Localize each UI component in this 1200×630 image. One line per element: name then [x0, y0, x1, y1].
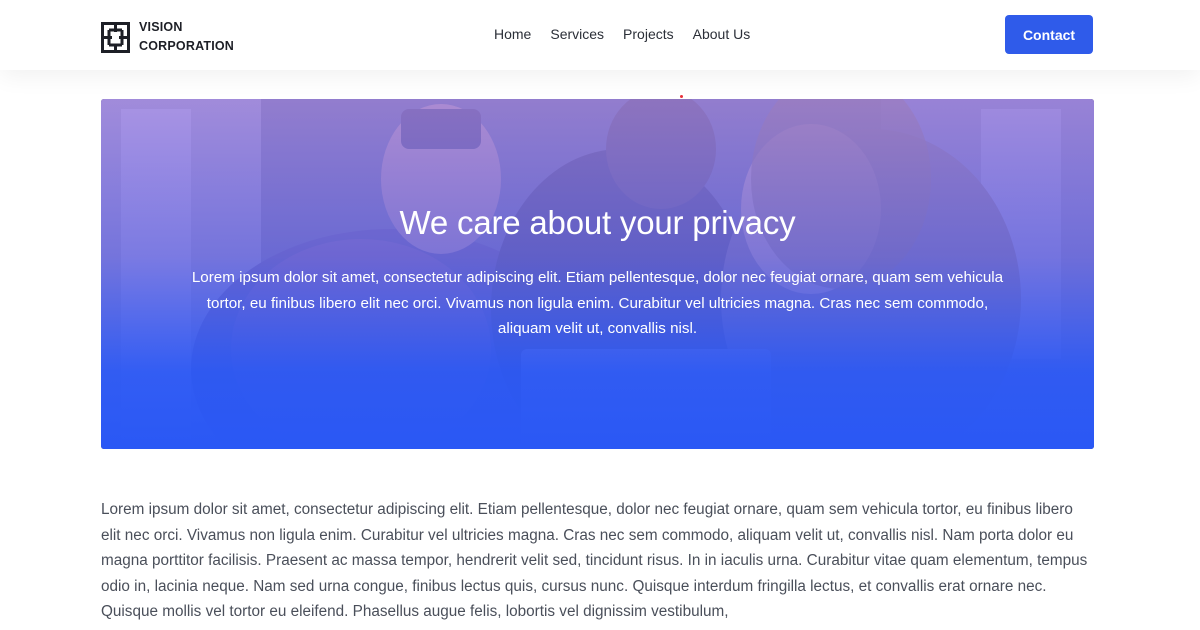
contact-button[interactable]: Contact: [1005, 15, 1093, 54]
nav-link-services[interactable]: Services: [550, 26, 604, 43]
brand-line-1: VISION: [139, 20, 183, 34]
main-nav: Home Services Projects About Us: [494, 26, 750, 43]
nav-link-projects[interactable]: Projects: [623, 26, 674, 43]
brand-logo[interactable]: VISION CORPORATION: [101, 18, 234, 56]
hero-title: We care about your privacy: [399, 204, 796, 241]
site-header: VISION CORPORATION Home Services Project…: [0, 0, 1200, 70]
nav-link-about-us[interactable]: About Us: [693, 26, 751, 43]
brand-line-2: CORPORATION: [139, 39, 235, 53]
brand-name: VISION CORPORATION: [139, 18, 234, 56]
maze-square-logo-icon: [101, 21, 130, 53]
decorative-dot: [680, 95, 683, 98]
nav-link-home[interactable]: Home: [494, 26, 531, 43]
hero-banner: We care about your privacy Lorem ipsum d…: [101, 99, 1094, 449]
hero-description: Lorem ipsum dolor sit amet, consectetur …: [191, 269, 1004, 337]
body-paragraph: Lorem ipsum dolor sit amet, consectetur …: [101, 501, 1088, 621]
